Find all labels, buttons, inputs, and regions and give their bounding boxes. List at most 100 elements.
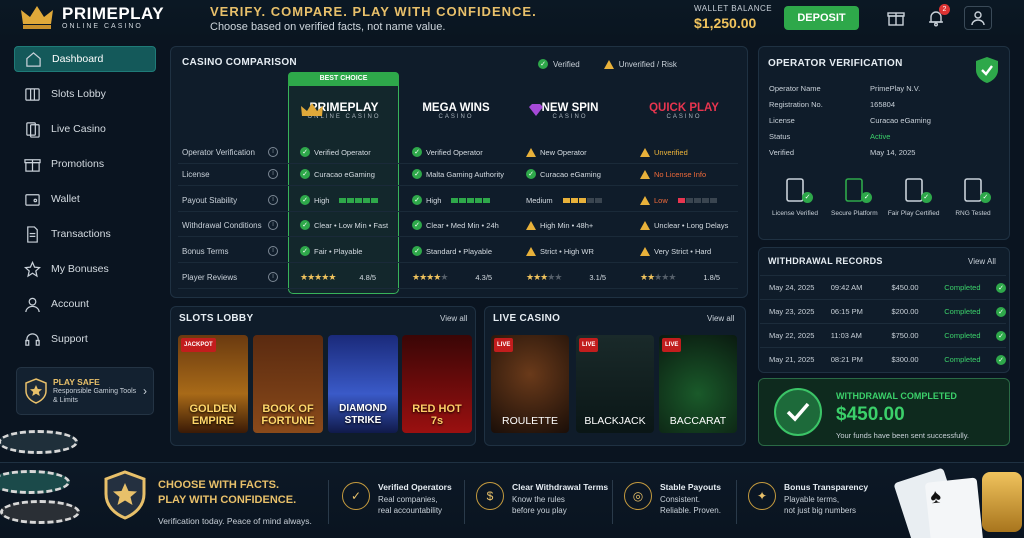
feature-desc: Real companies, [378,495,438,504]
footer-title-line1: CHOOSE WITH FACTS. [158,479,279,491]
live-view-all-link[interactable]: View all [707,314,734,323]
footer-feature: ✦ Bonus Transparency Playable terms, not ju… [748,482,868,516]
feature-text: Clear Withdrawal Terms Know the rules befo… [512,482,608,516]
payout-bar-segment [709,197,717,203]
withdrawal-row[interactable]: May 22, 2025 11:03 AM $750.00 Completed ✓ [760,323,1006,347]
verification-badge: ✓ Secure Platform [827,176,881,218]
casino-brand[interactable]: QUICK PLAY CASINO [632,102,736,120]
sidebar-item-transactions[interactable]: Transactions [14,221,156,247]
sidebar-item-live-casino[interactable]: Live Casino [14,116,156,142]
live-game-tile[interactable]: LIVE BACCARAT [659,335,737,433]
payout-bar-segment [475,197,483,203]
check-icon: ✓ [412,147,422,157]
field-key: License [769,115,795,125]
slots-title: SLOTS LOBBY [179,313,254,324]
live-game-tile[interactable]: LIVE BLACKJACK [576,335,654,433]
verification-badge: ✓ Fair Play Certified [887,176,941,218]
info-icon[interactable]: i [268,246,278,256]
sidebar-item-slots-lobby[interactable]: Slots Lobby [14,81,156,107]
comparison-cell: Medium [526,189,603,211]
star-rating: ★★★★★ [412,271,448,282]
feature-desc: Playable terms, [784,495,840,504]
payout-bar [677,196,718,205]
cell-text: Very Strict • Hard [654,246,712,256]
gift-icon[interactable] [886,8,906,28]
withdrawal-row[interactable]: May 23, 2025 06:15 PM $200.00 Completed ✓ [760,299,1006,323]
operator-fields: Operator Name PrimePlay N.V. Registration … [769,80,999,160]
comparison-cell: ✓ High [300,189,379,211]
withdrawal-row[interactable]: May 21, 2025 08:21 PM $300.00 Completed ✓ [760,347,1006,371]
cell-text: High [314,195,330,205]
check-icon: ✓ [412,195,422,205]
check-icon: ✓ [300,246,310,256]
sidebar-item-label: Promotions [51,158,105,170]
slot-game-tile[interactable]: DIAMOND STRIKE [328,335,398,433]
slot-game-tile[interactable]: JACKPOT GOLDEN EMPIRE [178,335,248,433]
feature-desc: Consistent. [660,495,701,504]
gift-icon [24,158,41,172]
comparison-cell: ★★★★★ 3.1/5 [526,266,606,288]
info-icon[interactable]: i [268,272,278,282]
sidebar-item-label: Account [51,298,89,310]
cell-text: Clear • Med Min • 24h [426,220,499,230]
withdrawal-time: 06:15 PM [830,307,863,316]
slot-game-title: DIAMOND STRIKE [339,403,387,426]
info-icon[interactable]: i [268,220,278,230]
comparison-cell: New Operator [526,141,587,163]
operator-field-row: Verified May 14, 2025 [769,144,999,160]
operator-field-row: Registration No. 165804 [769,96,999,112]
field-value: 165804 [870,99,896,109]
live-game-title: BLACKJACK [584,415,646,427]
comparison-cell: ✓ Curacao eGaming [526,163,601,185]
info-icon[interactable]: i [268,169,278,179]
live-game-tile[interactable]: LIVE ROULETTE [491,335,569,433]
star-rating: ★★★★★ [300,271,336,282]
sidebar-item-wallet[interactable]: Wallet [14,186,156,212]
slot-game-tile[interactable]: BOOK OF FORTUNE [253,335,323,433]
cell-text: New Operator [540,147,587,157]
payout-bar-segment [467,197,475,203]
gift-icon: ✦ [748,482,776,510]
warning-icon [526,220,536,230]
casino-brand[interactable]: MEGA WINS CASINO [404,102,508,120]
app-logo[interactable]: PRIMEPLAY ONLINE CASINO [20,4,164,30]
slot-game-tile[interactable]: RED HOT 7s [402,335,472,433]
field-value: May 14, 2025 [870,147,916,157]
feature-title: Bonus Transparency [784,482,869,492]
page-headline: VERIFY. COMPARE. PLAY WITH CONFIDENCE. C… [210,4,537,33]
comparison-cell: ✓ Fair • Playable [300,240,362,262]
withdrawal-row[interactable]: May 24, 2025 09:42 AM $450.00 Completed ✓ [760,275,1006,299]
avatar[interactable] [964,6,992,30]
sidebar-item-label: Dashboard [52,53,104,65]
info-icon[interactable]: i [268,147,278,157]
user-icon [25,297,40,312]
footer-feature: ◎ Stable Payouts Consistent. Reliable. Prov… [624,482,721,516]
footer-title-line2: PLAY WITH CONFIDENCE. [158,494,297,506]
check-icon: ✓ [996,306,1006,317]
legend-risk: Unverified / Risk [618,59,677,69]
play-safe-card[interactable]: PLAY SAFE Responsible Gaming Tools & Lim… [16,367,154,415]
info-icon[interactable]: i [268,195,278,205]
withdrawal-view-all-link[interactable]: View All [968,257,996,266]
bell-icon[interactable]: 2 [926,4,950,28]
sidebar-item-dashboard[interactable]: Dashboard [14,46,156,72]
comparison-cell: ✓ Verified Operator [412,141,483,163]
payout-bar-segment [451,197,459,203]
slots-view-all-link[interactable]: View all [440,314,467,323]
cell-text: Fair • Playable [314,246,363,256]
home-icon [26,51,41,67]
badge-label: License Verified [772,210,818,217]
sidebar-item-my-bonuses[interactable]: My Bonuses [14,256,156,282]
sidebar-item-promotions[interactable]: Promotions [14,151,156,177]
sidebar-item-support[interactable]: Support [14,326,156,352]
comparison-cell: ✓ Clear • Med Min • 24h [412,214,499,236]
cell-text: High [426,195,442,205]
deposit-button[interactable]: DEPOSIT [784,6,859,30]
sidebar-item-account[interactable]: Account [14,291,156,317]
withdrawal-amount: $200.00 [891,307,919,316]
live-title: LIVE CASINO [493,313,561,324]
jackpot-badge: JACKPOT [181,338,216,352]
feature-title: Stable Payouts [660,482,721,492]
sidebar-item-label: Wallet [51,193,80,205]
comparison-cell: Very Strict • Hard [640,240,711,262]
